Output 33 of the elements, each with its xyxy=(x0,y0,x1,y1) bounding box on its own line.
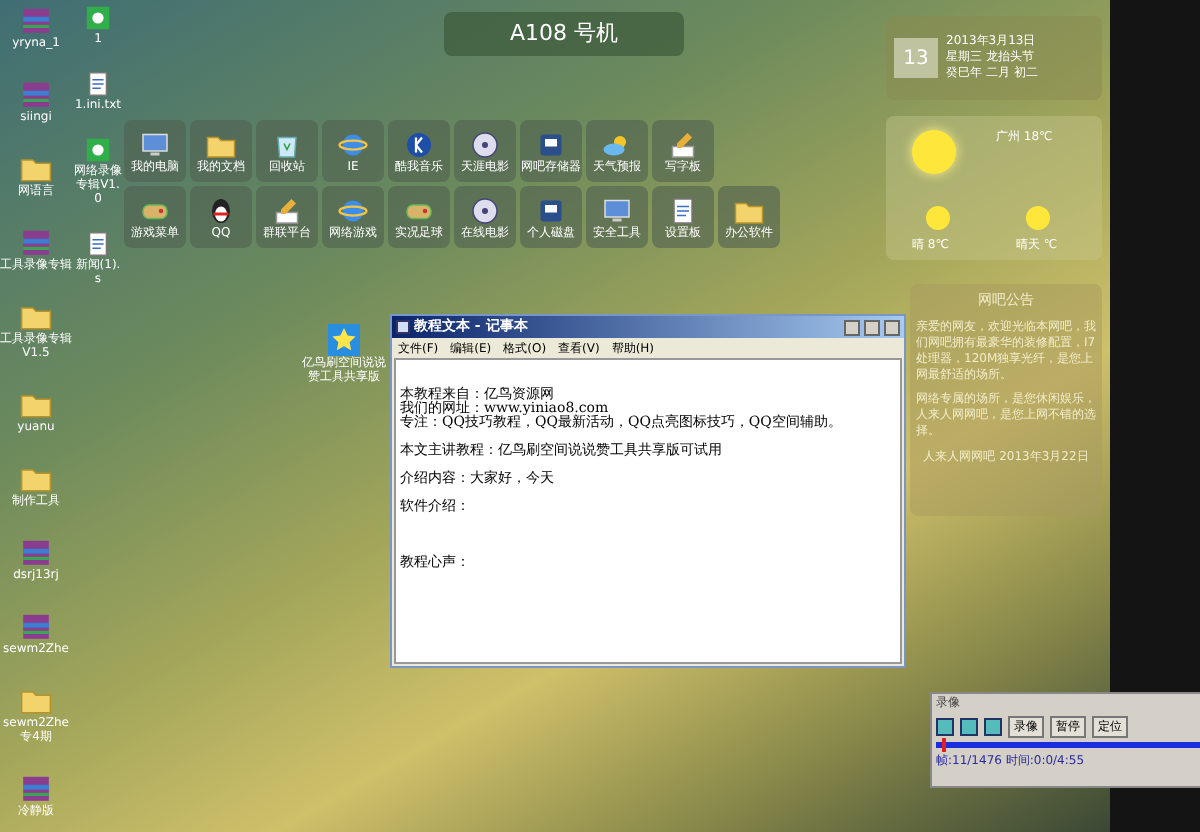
close-button[interactable] xyxy=(884,319,900,335)
maximize-button[interactable] xyxy=(864,319,880,335)
app-icon xyxy=(84,136,112,164)
document-icon xyxy=(668,195,698,225)
pencil-icon xyxy=(668,129,698,159)
machine-title: A108 号机 xyxy=(509,17,619,50)
day-tile: 13 xyxy=(894,38,938,78)
sun-icon xyxy=(1026,206,1050,230)
archive-icon xyxy=(20,78,52,110)
globe-icon xyxy=(338,129,368,159)
star-icon xyxy=(328,324,360,356)
minimize-button[interactable] xyxy=(844,319,860,335)
archive-icon xyxy=(20,226,52,258)
document-icon xyxy=(84,230,112,258)
computer-icon xyxy=(602,195,632,225)
archive-icon xyxy=(20,610,52,642)
film-reel-icon xyxy=(470,129,500,159)
film-reel-icon xyxy=(470,195,500,225)
notepad-icon xyxy=(396,320,410,334)
globe-icon xyxy=(338,195,368,225)
archive-icon xyxy=(20,4,52,36)
document-icon xyxy=(84,70,112,98)
computer-icon xyxy=(140,129,170,159)
pencil-icon xyxy=(272,195,302,225)
app-icon xyxy=(84,4,112,32)
sun-icon xyxy=(926,206,950,230)
sun-icon xyxy=(912,130,956,174)
archive-icon xyxy=(20,772,52,804)
archive-icon xyxy=(20,536,52,568)
timeline-track[interactable] xyxy=(936,742,1200,748)
timeline-thumb[interactable] xyxy=(941,738,946,752)
penguin-icon xyxy=(206,195,236,225)
music-icon xyxy=(404,129,434,159)
